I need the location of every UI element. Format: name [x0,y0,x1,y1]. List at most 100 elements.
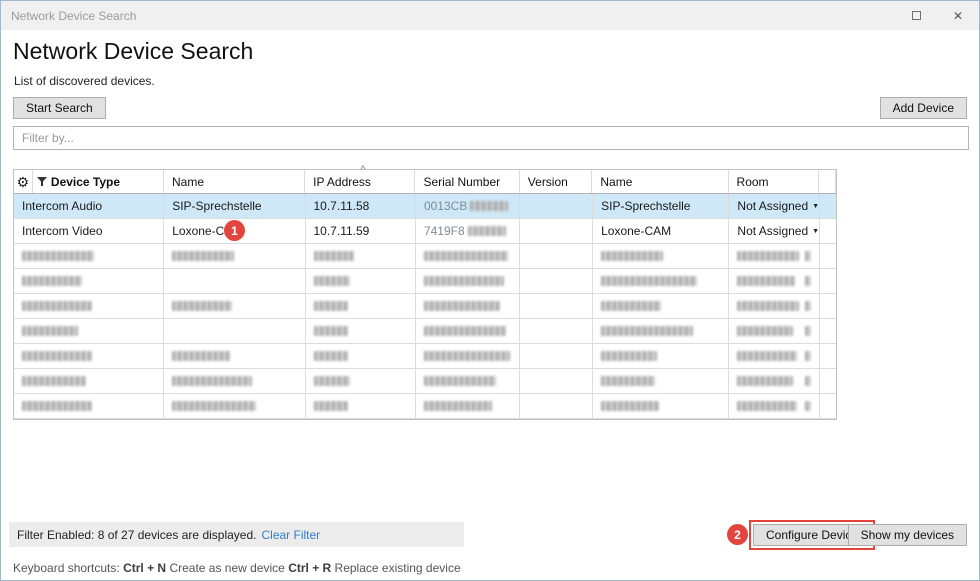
redacted-text [424,351,510,361]
shortcut-ctrl-n: Ctrl + N [123,561,166,575]
network-device-search-window: Network Device Search ✕ Network Device S… [0,0,980,581]
maximize-icon [912,11,921,20]
redacted-text [22,301,92,311]
filter-funnel-icon [37,177,47,187]
chevron-down-icon: ▼ [812,203,819,210]
redacted-text [805,376,811,386]
table-row[interactable]: Intercom AudioSIP-Sprechstelle10.7.11.58… [14,194,836,219]
column-header-version-4[interactable]: Version [520,170,593,193]
device-table: ⚙Device TypeNameIP AddressSerial NumberV… [13,169,837,420]
cell-redacted [593,394,729,418]
cell-redacted [14,319,164,343]
table-row[interactable] [14,294,836,319]
cell-version [520,194,593,218]
gear-icon: ⚙ [17,175,30,189]
cell-redacted [14,269,164,293]
column-header-name-5[interactable]: Name [592,170,728,193]
cell-redacted [520,294,593,318]
cell-redacted [164,319,305,343]
title-bar[interactable]: Network Device Search ✕ [1,1,979,30]
cell-redacted [164,244,305,268]
cell-redacted [520,394,593,418]
cell-redacted [306,294,416,318]
start-search-button[interactable]: Start Search [13,97,106,119]
close-button[interactable]: ✕ [937,1,979,30]
show-my-devices-button[interactable]: Show my devices [848,524,967,546]
redacted-text [424,326,506,336]
redacted-text [22,276,82,286]
table-row[interactable] [14,269,836,294]
redacted-text [737,401,797,411]
cell-redacted [520,344,593,368]
cell-extra [820,344,836,368]
cell-serial-number: 7419F8 [416,219,520,243]
shortcuts-prefix: Keyboard shortcuts: [13,561,120,575]
redacted-text [601,301,661,311]
redacted-text [172,301,232,311]
redacted-text [314,401,348,411]
room-value: Not Assigned [737,199,808,213]
cell-room-dropdown[interactable] [729,269,820,293]
redacted-text [737,251,799,261]
cell-redacted [416,369,520,393]
redacted-text [314,376,350,386]
clear-filter-link[interactable]: Clear Filter [261,528,320,542]
filter-status-bar: Filter Enabled: 8 of 27 devices are disp… [9,522,464,547]
column-header-label: Device Type [51,175,120,189]
cell-room-dropdown[interactable]: Not Assigned▼ [729,219,820,243]
add-device-button[interactable]: Add Device [880,97,967,119]
redacted-text [805,301,811,311]
cell-redacted [520,244,593,268]
cell-redacted [164,344,305,368]
cell-room-dropdown[interactable] [729,294,820,318]
redacted-text [172,351,230,361]
serial-number-text: 7419F8 [424,224,465,238]
table-row[interactable]: Intercom VideoLoxone-CAM10.7.11.597419F8… [14,219,836,244]
cell-extra [820,269,836,293]
cell-redacted [593,319,729,343]
cell-room-dropdown[interactable] [729,319,820,343]
redacted-text [601,326,693,336]
maximize-button[interactable] [895,1,937,30]
cell-redacted [164,269,305,293]
cell-ip-address: 10.7.11.59 [306,219,416,243]
cell-redacted [416,394,520,418]
cell-room-dropdown[interactable] [729,369,820,393]
cell-room-dropdown[interactable] [729,394,820,418]
cell-ip-address: 10.7.11.58 [306,194,416,218]
cell-extra [820,319,836,343]
redacted-text [424,376,496,386]
redacted-text [737,326,793,336]
table-settings-cell[interactable]: ⚙ [14,170,33,193]
table-row[interactable] [14,369,836,394]
redacted-text [424,251,508,261]
cell-redacted [416,319,520,343]
filter-input[interactable] [13,126,969,150]
redacted-text [805,401,811,411]
sort-ascending-indicator: ^ [355,165,371,175]
redacted-text [468,226,506,236]
column-header-name-1[interactable]: Name [164,170,305,193]
column-header-serial-number-3[interactable]: Serial Number [415,170,519,193]
cell-redacted [416,269,520,293]
cell-extra [820,394,836,418]
cell-redacted [14,394,164,418]
cell-redacted [306,244,416,268]
cell-room-dropdown[interactable] [729,244,820,268]
cell-room-dropdown[interactable]: Not Assigned ▼ [729,194,820,218]
redacted-text [172,251,234,261]
table-row[interactable] [14,344,836,369]
column-header-device-type-0[interactable]: Device Type [33,170,164,193]
table-row[interactable] [14,394,836,419]
cell-serial-number: 0013CB [416,194,520,218]
redacted-text [22,351,92,361]
table-row[interactable] [14,319,836,344]
column-header-room-6[interactable]: Room [729,170,819,193]
cell-name: SIP-Sprechstelle [164,194,305,218]
cell-room-dropdown[interactable] [729,344,820,368]
redacted-text [805,326,811,336]
cell-redacted [520,319,593,343]
table-row[interactable] [14,244,836,269]
close-icon: ✕ [953,9,963,23]
redacted-text [314,251,354,261]
